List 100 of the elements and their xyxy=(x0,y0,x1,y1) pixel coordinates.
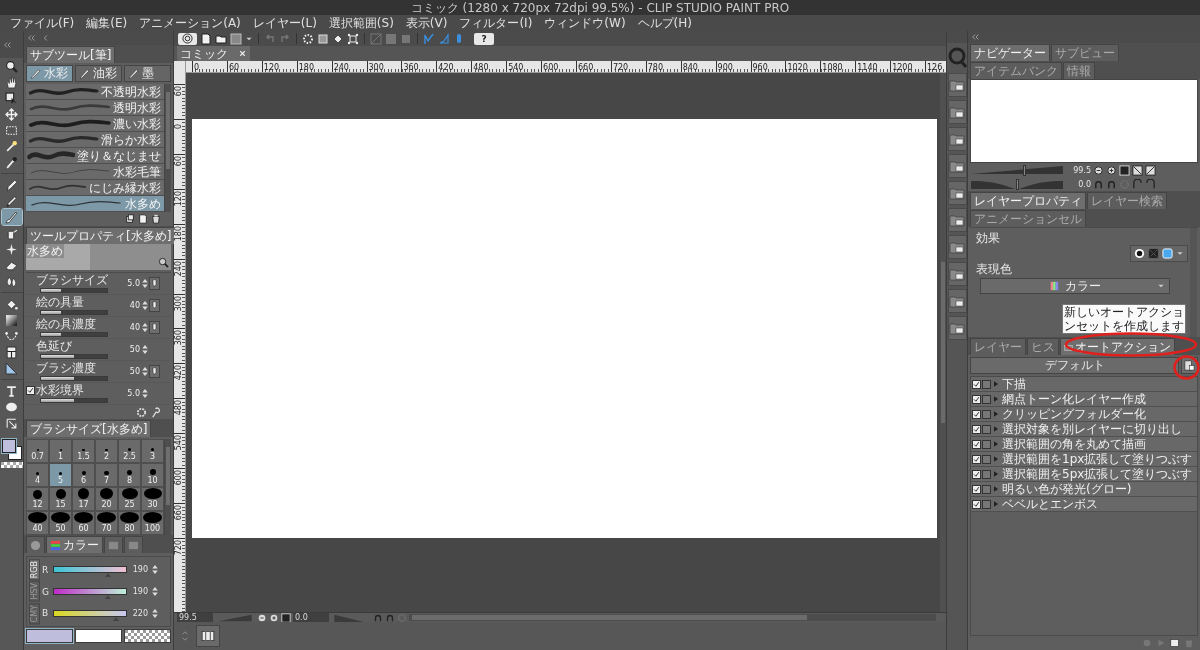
color-swatch[interactable] xyxy=(26,629,73,644)
spinner-icon[interactable] xyxy=(151,564,159,576)
brush-item[interactable]: 透明水彩 xyxy=(26,100,164,116)
checkbox[interactable] xyxy=(982,439,991,449)
brush-item[interactable]: にじみ縁水彩 xyxy=(26,180,164,196)
brush-icon[interactable] xyxy=(1,209,22,225)
group-tab[interactable]: 油彩 xyxy=(75,65,122,82)
gear-icon[interactable] xyxy=(136,406,147,418)
checkbox[interactable] xyxy=(982,409,991,419)
pressure-button[interactable] xyxy=(149,277,160,290)
spinner-icon[interactable] xyxy=(141,300,149,311)
wrench-icon[interactable] xyxy=(150,406,161,418)
timeline-button[interactable] xyxy=(196,625,220,647)
slider-thumb[interactable] xyxy=(1023,164,1027,176)
brush-size-item[interactable]: 60 xyxy=(72,511,95,535)
color-swatch[interactable] xyxy=(75,629,122,644)
new-icon[interactable] xyxy=(138,214,148,224)
checker-icon[interactable] xyxy=(1148,248,1159,259)
checkbox[interactable] xyxy=(972,484,981,494)
color-slider[interactable] xyxy=(53,566,127,574)
action-item[interactable]: 網点トーン化レイヤー作成 xyxy=(971,392,1197,407)
panel-tab[interactable]: サブツール[筆] xyxy=(26,46,116,63)
property-value[interactable]: 50 xyxy=(129,345,141,354)
flip-icon[interactable] xyxy=(1145,164,1156,176)
folder-icon[interactable] xyxy=(947,235,967,259)
action-item[interactable]: 明るい色が発光(グロー) xyxy=(971,482,1197,497)
menu-item[interactable]: レイヤー(L) xyxy=(246,15,323,31)
panel-tab[interactable]: レイヤープロパティ xyxy=(970,192,1086,209)
folder-icon[interactable] xyxy=(947,208,967,232)
brush-item[interactable]: 濃い水彩 xyxy=(26,116,164,132)
checkbox[interactable] xyxy=(982,484,991,494)
angle-value[interactable]: 0.0 xyxy=(293,613,329,622)
flip-icon[interactable] xyxy=(1132,164,1143,176)
panel-tab[interactable]: ナビゲーター xyxy=(970,44,1050,61)
slider-thumb[interactable] xyxy=(104,595,111,600)
mode-tab[interactable]: RGB xyxy=(29,559,40,581)
folder-icon[interactable] xyxy=(947,73,967,97)
checkbox[interactable] xyxy=(982,424,991,434)
checkbox[interactable] xyxy=(972,469,981,479)
panel-tab[interactable]: 情報 xyxy=(1063,62,1095,79)
zoom-value[interactable]: 99.5 xyxy=(1073,165,1091,175)
brush-size-item[interactable]: 7 xyxy=(95,463,118,487)
spinner-icon[interactable] xyxy=(151,607,159,619)
set-dropdown[interactable]: デフォルト xyxy=(970,356,1179,374)
transform-icon[interactable] xyxy=(347,32,359,45)
brush-size-item[interactable]: 70 xyxy=(95,511,118,535)
fit-icon[interactable] xyxy=(1119,164,1130,176)
swirl-button[interactable] xyxy=(178,32,197,45)
rotate-slider[interactable] xyxy=(971,178,1063,190)
main-color-swatch[interactable] xyxy=(1,439,16,453)
checkbox[interactable] xyxy=(982,469,991,479)
folder-icon[interactable] xyxy=(215,32,227,45)
dotted-circle-icon[interactable] xyxy=(302,32,314,45)
menu-item[interactable]: ヘルプ(H) xyxy=(631,15,698,31)
folder-icon[interactable] xyxy=(947,100,967,124)
action-item[interactable]: 下描 xyxy=(971,377,1197,392)
brush-size-item[interactable]: 4 xyxy=(26,463,49,487)
brush-item[interactable]: 塗り＆なじませ xyxy=(26,148,164,164)
menu-item[interactable]: アニメーション(A) xyxy=(133,15,247,31)
folder-icon[interactable] xyxy=(947,127,967,151)
brush-size-item[interactable]: 6 xyxy=(72,463,95,487)
trash-icon[interactable] xyxy=(151,214,161,224)
slider-thumb[interactable] xyxy=(113,616,120,621)
folder-icon[interactable] xyxy=(947,316,967,340)
checkbox[interactable] xyxy=(982,394,991,404)
brush-size-item[interactable]: 40 xyxy=(26,511,49,535)
checkbox[interactable] xyxy=(972,454,981,464)
collapse-icon[interactable] xyxy=(3,39,13,50)
menu-item[interactable]: 表示(V) xyxy=(399,15,454,31)
navigator-preview[interactable] xyxy=(970,79,1198,163)
action-item[interactable]: ベベルとエンボス xyxy=(971,497,1197,512)
slider-track[interactable] xyxy=(40,332,108,337)
slider-track[interactable] xyxy=(40,288,108,293)
zoom-value[interactable]: 99.5 xyxy=(177,613,213,622)
scrollbar[interactable] xyxy=(164,84,171,212)
menu-item[interactable]: ウィンドウ(W) xyxy=(538,15,632,31)
property-value[interactable]: 40 xyxy=(129,323,141,332)
panel-tab[interactable]: カラー xyxy=(46,536,103,553)
panel-tab[interactable]: アイテムバンク xyxy=(970,62,1062,79)
zoom-in-icon[interactable] xyxy=(269,612,279,623)
action-item[interactable]: 選択範囲の角を丸めて描画 xyxy=(971,437,1197,452)
folder-icon[interactable] xyxy=(947,154,967,178)
property-value[interactable]: 5.0 xyxy=(127,389,141,398)
panel-tab[interactable]: ヒス xyxy=(1027,338,1059,355)
collapse-icon[interactable] xyxy=(27,33,37,43)
spinner-icon[interactable] xyxy=(141,388,149,399)
checkbox[interactable] xyxy=(972,379,981,389)
panel-tab[interactable]: サブビュー xyxy=(1051,44,1119,61)
spinner-icon[interactable] xyxy=(141,344,149,355)
scrollbar[interactable] xyxy=(940,73,946,612)
checkbox[interactable] xyxy=(972,499,981,509)
group-tab[interactable]: 水彩 xyxy=(26,65,73,82)
brush-size-item[interactable]: 30 xyxy=(141,487,164,511)
action-item[interactable]: 選択範囲を5px拡張して塗りつぶす xyxy=(971,467,1197,482)
slider-track[interactable] xyxy=(40,354,108,359)
color-slider[interactable] xyxy=(53,588,127,596)
copy-icon[interactable] xyxy=(125,214,135,224)
menu-item[interactable]: 編集(E) xyxy=(80,15,134,31)
angle-value[interactable]: 0.0 xyxy=(1073,179,1091,189)
fit-icon[interactable] xyxy=(281,612,291,623)
